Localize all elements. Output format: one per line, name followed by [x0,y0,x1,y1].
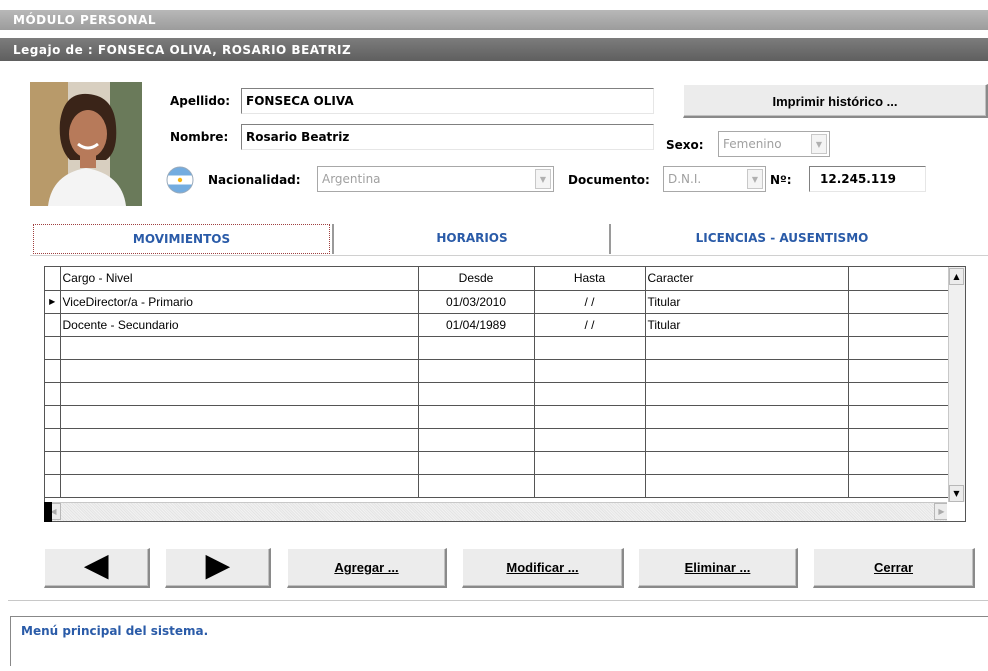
record-title: Legajo de : FONSECA OLIVA, ROSARIO BEATR… [13,43,352,57]
next-record-button[interactable]: ▶ [165,548,271,588]
documento-value: D.N.I. [668,172,702,186]
table-row[interactable]: ▶ ViceDirector/a - Primario 01/03/2010 /… [45,290,949,314]
module-title: MÓDULO PERSONAL [13,13,156,27]
column-header-cargo[interactable]: Cargo - Nivel [60,267,419,291]
tab-movimientos[interactable]: MOVIMIENTOS [33,224,330,254]
delete-button-label: Eliminar ... [684,560,751,575]
documento-number-field[interactable]: 12.245.119 [809,166,926,192]
numero-label: Nº: [770,173,792,187]
chevron-down-icon[interactable]: ▼ [811,134,827,154]
table-row-empty[interactable] [45,359,949,383]
close-button-label: Cerrar [873,560,914,575]
horizontal-scrollbar[interactable]: ◀ ▶ [45,502,949,521]
cell-desde[interactable]: 01/04/1989 [418,313,535,337]
movements-grid[interactable]: Cargo - Nivel Desde Hasta Caracter ▶ Vic… [44,266,966,522]
cell-extra[interactable] [848,313,949,337]
nacionalidad-value: Argentina [322,172,381,186]
delete-button[interactable]: Eliminar ... [638,548,798,588]
add-button[interactable]: Agregar ... [287,548,447,588]
documento-label: Documento: [568,173,650,187]
table-header-row: Cargo - Nivel Desde Hasta Caracter [45,267,949,291]
cell-caracter[interactable]: Titular [645,290,849,314]
record-title-bar: Legajo de : FONSECA OLIVA, ROSARIO BEATR… [0,38,988,61]
chevron-down-icon[interactable]: ▼ [535,169,551,189]
nacionalidad-label: Nacionalidad: [208,173,301,187]
cell-hasta[interactable]: / / [534,290,646,314]
tab-horarios[interactable]: HORARIOS [336,224,608,254]
table-row-empty[interactable] [45,451,949,475]
scroll-down-icon[interactable]: ▼ [949,485,964,502]
apellido-field[interactable]: FONSECA OLIVA [241,88,654,114]
sexo-select[interactable]: Femenino ▼ [718,131,830,157]
tab-divider [609,224,611,254]
nombre-field[interactable]: Rosario Beatriz [241,124,654,150]
cell-cargo[interactable]: ViceDirector/a - Primario [60,290,419,314]
print-history-button[interactable]: Imprimir histórico ... [683,84,988,118]
row-pointer-icon: ▶ [45,290,61,314]
row-indicator-header [45,267,61,291]
row-indicator [45,313,61,337]
sexo-value: Femenino [723,137,782,151]
cell-hasta[interactable]: / / [534,313,646,337]
table-row-empty[interactable] [45,405,949,429]
modify-button[interactable]: Modificar ... [462,548,624,588]
nombre-label: Nombre: [170,130,229,144]
status-text: Menú principal del sistema. [21,624,209,638]
table-row[interactable]: Docente - Secundario 01/04/1989 / / Titu… [45,313,949,337]
previous-record-button[interactable]: ◀ [44,548,150,588]
add-button-label: Agregar ... [334,560,399,575]
table-row-empty[interactable] [45,382,949,406]
scroll-corner [947,502,965,521]
movements-table: Cargo - Nivel Desde Hasta Caracter ▶ Vic… [45,267,949,498]
table-row-empty[interactable] [45,428,949,452]
print-history-label: Imprimir histórico ... [772,94,898,109]
separator [8,600,988,601]
close-button[interactable]: Cerrar [813,548,975,588]
employee-photo [30,82,142,206]
tab-horarios-label: HORARIOS [436,231,508,245]
module-title-bar: MÓDULO PERSONAL [0,10,988,30]
scroll-up-icon[interactable]: ▲ [949,268,964,285]
table-row-empty[interactable] [45,474,949,498]
column-header-hasta[interactable]: Hasta [534,267,646,291]
cell-caracter[interactable]: Titular [645,313,849,337]
column-header-extra [848,267,949,291]
table-row-empty[interactable] [45,336,949,360]
cell-desde[interactable]: 01/03/2010 [418,290,535,314]
status-bar: Menú principal del sistema. [10,616,988,666]
cell-cargo[interactable]: Docente - Secundario [60,313,419,337]
nacionalidad-select[interactable]: Argentina ▼ [317,166,554,192]
cell-extra[interactable] [848,290,949,314]
arrow-right-icon: ▶ [205,549,230,582]
tab-licencias-ausentismo[interactable]: LICENCIAS - AUSENTISMO [612,224,952,254]
vertical-scrollbar[interactable]: ▲ ▼ [948,267,965,503]
modify-button-label: Modificar ... [506,560,579,575]
documento-select[interactable]: D.N.I. ▼ [663,166,766,192]
apellido-label: Apellido: [170,94,230,108]
arrow-left-icon: ◀ [84,549,109,582]
argentina-flag-icon [166,166,194,194]
chevron-down-icon[interactable]: ▼ [747,169,763,189]
grid-corner-marker [44,502,52,522]
sexo-label: Sexo: [666,138,704,152]
tab-licencias-label: LICENCIAS - AUSENTISMO [695,231,869,245]
column-header-caracter[interactable]: Caracter [645,267,849,291]
column-header-desde[interactable]: Desde [418,267,535,291]
tab-movimientos-label: MOVIMIENTOS [132,232,231,246]
tab-divider [332,224,334,254]
